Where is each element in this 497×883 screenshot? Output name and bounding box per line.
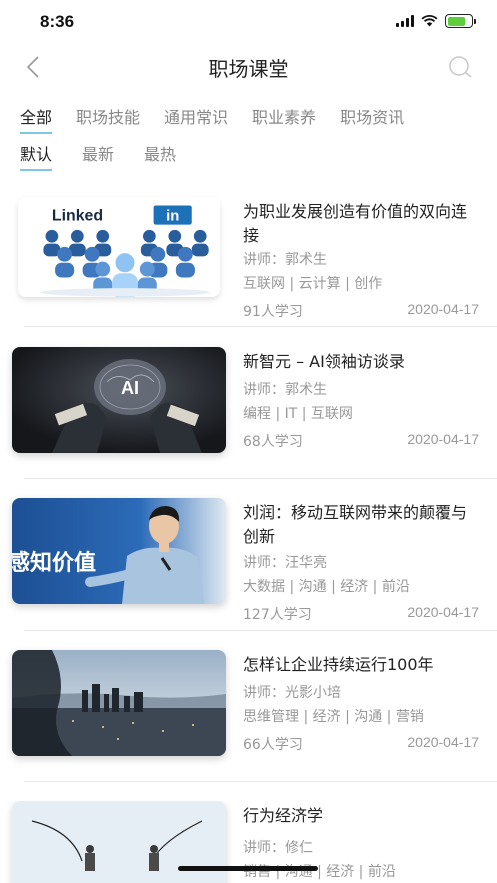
- status-time: 8:36: [40, 12, 75, 31]
- svg-text:Linked: Linked: [52, 207, 103, 224]
- tab-workplace-skills[interactable]: 职场技能: [76, 104, 140, 134]
- course-learners: 127人学习: [243, 607, 312, 623]
- svg-text:in: in: [166, 208, 179, 224]
- course-thumbnail: [12, 650, 226, 756]
- course-item[interactable]: AI 新智元 – AI领袖访谈录 讲师：郭术生 编程 | IT | 互联网 68…: [0, 347, 497, 499]
- course-title: 为职业发展创造有价值的双向连接: [243, 202, 468, 245]
- status-bar: 8:36: [0, 0, 497, 44]
- status-icons: [396, 14, 476, 28]
- sort-newest[interactable]: 最新: [82, 141, 114, 171]
- course-tags: 编程 | IT | 互联网: [243, 406, 353, 422]
- svg-text:AI: AI: [121, 378, 139, 398]
- battery-icon: [445, 14, 476, 28]
- course-title: 新智元 – AI领袖访谈录: [243, 352, 405, 371]
- course-lecturer: 讲师：光影小培: [243, 685, 341, 701]
- course-learners: 68人学习: [243, 434, 303, 450]
- nav-bar: 职场课堂: [0, 44, 497, 90]
- search-icon: [449, 56, 472, 78]
- course-learners: 66人学习: [243, 737, 303, 753]
- tab-general-knowledge[interactable]: 通用常识: [164, 104, 228, 134]
- course-tags: 大数据 | 沟通 | 经济 | 前沿: [243, 579, 410, 595]
- speaker-stage-image: 感知价值: [12, 498, 226, 604]
- course-thumbnail: AI: [12, 347, 226, 453]
- course-tags: 销售 | 沟通 | 经济 | 前沿: [243, 864, 396, 880]
- search-button[interactable]: [445, 52, 475, 82]
- course-date: 2020-04-17: [407, 431, 479, 447]
- page-title: 职场课堂: [208, 57, 289, 81]
- course-title: 刘润：移动互联网带来的颠覆与创新: [243, 503, 468, 546]
- sort-default[interactable]: 默认: [20, 141, 53, 171]
- divider: [24, 630, 497, 631]
- sort-tabs: 默认 最新 最热: [20, 141, 176, 171]
- course-tags: 互联网 | 云计算 | 创作: [243, 276, 383, 292]
- course-lecturer: 讲师：郭术生: [243, 252, 327, 268]
- course-lecturer: 讲师：郭术生: [243, 382, 327, 398]
- tab-all[interactable]: 全部: [20, 104, 53, 134]
- course-date: 2020-04-17: [407, 604, 479, 620]
- home-indicator[interactable]: [178, 866, 318, 871]
- course-item[interactable]: 感知价值 刘润：移动互联网带来的颠覆与创新 讲师：汪华亮 大数据 | 沟通 | …: [0, 498, 497, 650]
- course-item[interactable]: 怎样让企业持续运行100年 讲师：光影小培 思维管理 | 经济 | 沟通 | 营…: [0, 650, 497, 802]
- divider: [24, 781, 497, 782]
- ai-brain-image: AI: [12, 347, 226, 453]
- course-thumbnail: Linked in: [18, 197, 220, 297]
- city-skyline-image: [12, 650, 226, 756]
- divider: [24, 478, 497, 479]
- course-thumbnail: 感知价值: [12, 498, 226, 604]
- divider: [24, 326, 497, 327]
- category-tabs: 全部 职场技能 通用常识 职业素养 职场资讯: [20, 104, 404, 134]
- course-lecturer: 讲师：修仁: [243, 840, 313, 856]
- course-tags: 思维管理 | 经济 | 沟通 | 营销: [243, 709, 424, 725]
- svg-text:感知价值: 感知价值: [12, 550, 96, 576]
- course-learners: 91人学习: [243, 304, 303, 320]
- linkedin-network-image: Linked in: [18, 197, 220, 297]
- course-title: 行为经济学: [243, 806, 324, 825]
- sort-hottest[interactable]: 最热: [144, 141, 176, 171]
- course-title: 怎样让企业持续运行100年: [243, 655, 434, 674]
- course-date: 2020-04-17: [407, 734, 479, 750]
- tab-workplace-news[interactable]: 职场资讯: [340, 104, 404, 134]
- course-date: 2020-04-17: [407, 301, 479, 317]
- tab-professional-quality[interactable]: 职业素养: [252, 104, 316, 134]
- course-lecturer: 讲师：汪华亮: [243, 555, 327, 571]
- wifi-icon: [421, 15, 438, 27]
- signal-icon: [396, 15, 414, 27]
